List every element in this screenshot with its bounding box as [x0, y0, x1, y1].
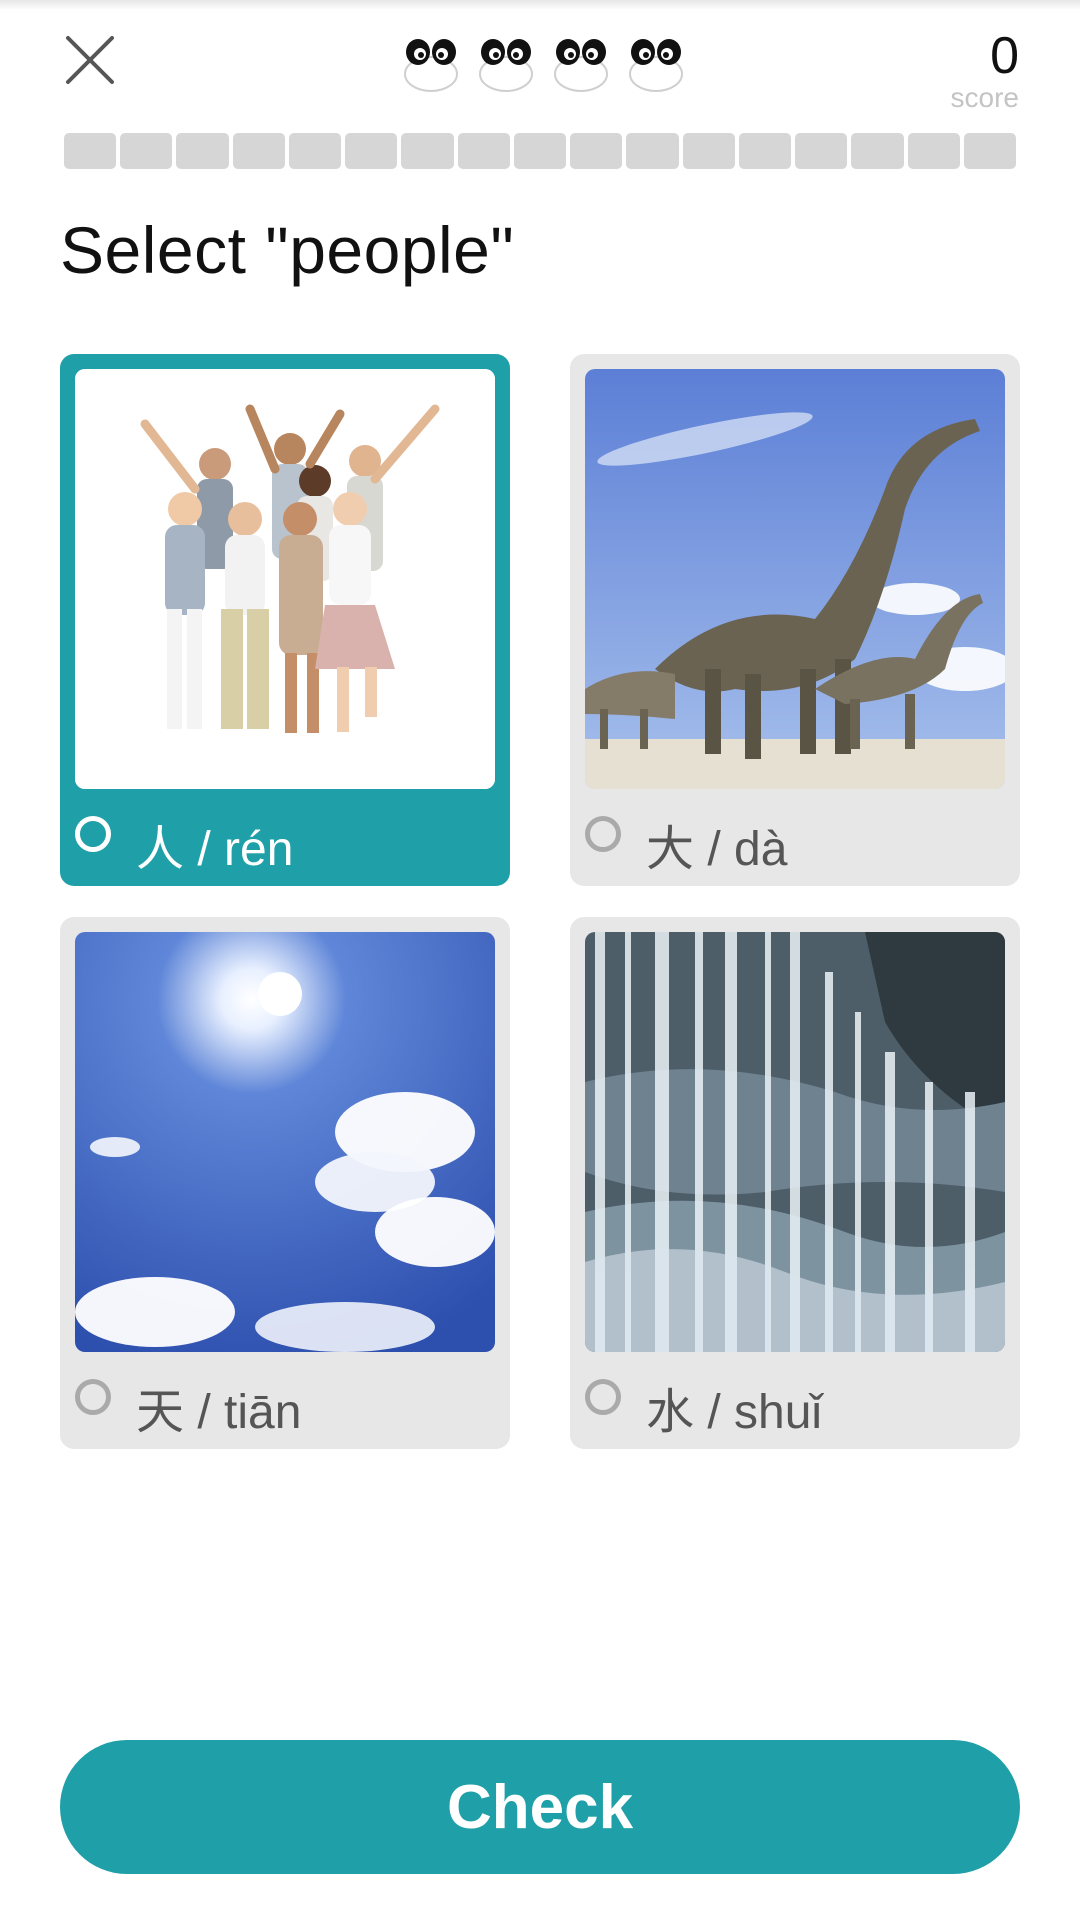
- progress-segment: [232, 133, 285, 169]
- option-radio[interactable]: [585, 816, 621, 852]
- question-prompt: Select "people": [60, 213, 515, 287]
- score-label: score: [950, 82, 1019, 113]
- option-label: 大 / dà: [646, 823, 788, 876]
- progress-segment: [120, 133, 173, 169]
- option-card-sky[interactable]: 天 / tiān: [60, 917, 510, 1449]
- panda-face-icon: [629, 39, 683, 92]
- option-label: 人 / rén: [136, 823, 294, 876]
- panda-face-icon: [479, 39, 533, 92]
- progress-segment: [851, 133, 904, 169]
- progress-segment: [570, 133, 623, 169]
- close-button[interactable]: [60, 30, 120, 90]
- progress-segment: [513, 133, 567, 169]
- progress-segment: [682, 133, 735, 169]
- score-value: 0: [990, 27, 1019, 85]
- progress-segment: [738, 133, 792, 169]
- option-radio[interactable]: [75, 816, 111, 852]
- option-card-waterfall[interactable]: 水 / shuǐ: [570, 917, 1020, 1449]
- dinosaurs-photo: [585, 369, 1005, 789]
- option-card-people[interactable]: 人 / rén: [60, 354, 510, 886]
- panda-face-icon: [554, 39, 608, 92]
- progress-segment: [401, 133, 454, 169]
- progress-segment: [907, 133, 960, 169]
- people-photo: [75, 369, 495, 789]
- option-label: 天 / tiān: [136, 1386, 302, 1439]
- lives-indicator: [400, 30, 700, 92]
- progress-segment: [963, 133, 1016, 169]
- progress-segment: [288, 133, 342, 169]
- progress-segment: [176, 133, 229, 169]
- progress-segment: [457, 133, 510, 169]
- progress-segment: [795, 133, 848, 169]
- option-radio[interactable]: [585, 1379, 621, 1415]
- option-label: 水 / shuǐ: [646, 1386, 823, 1439]
- progress-segment: [345, 133, 398, 169]
- sky-photo: [75, 932, 495, 1352]
- check-button[interactable]: Check: [60, 1740, 1020, 1874]
- close-icon: [66, 36, 114, 84]
- progress-segment: [626, 133, 679, 169]
- waterfall-photo: [585, 932, 1005, 1352]
- progress-segment: [64, 133, 117, 169]
- lesson-progress-bar: [64, 133, 1016, 169]
- top-edge-shadow: [0, 0, 1080, 10]
- option-radio[interactable]: [75, 1379, 111, 1415]
- panda-face-icon: [404, 39, 458, 92]
- option-card-dinosaurs[interactable]: 大 / dà: [570, 354, 1020, 886]
